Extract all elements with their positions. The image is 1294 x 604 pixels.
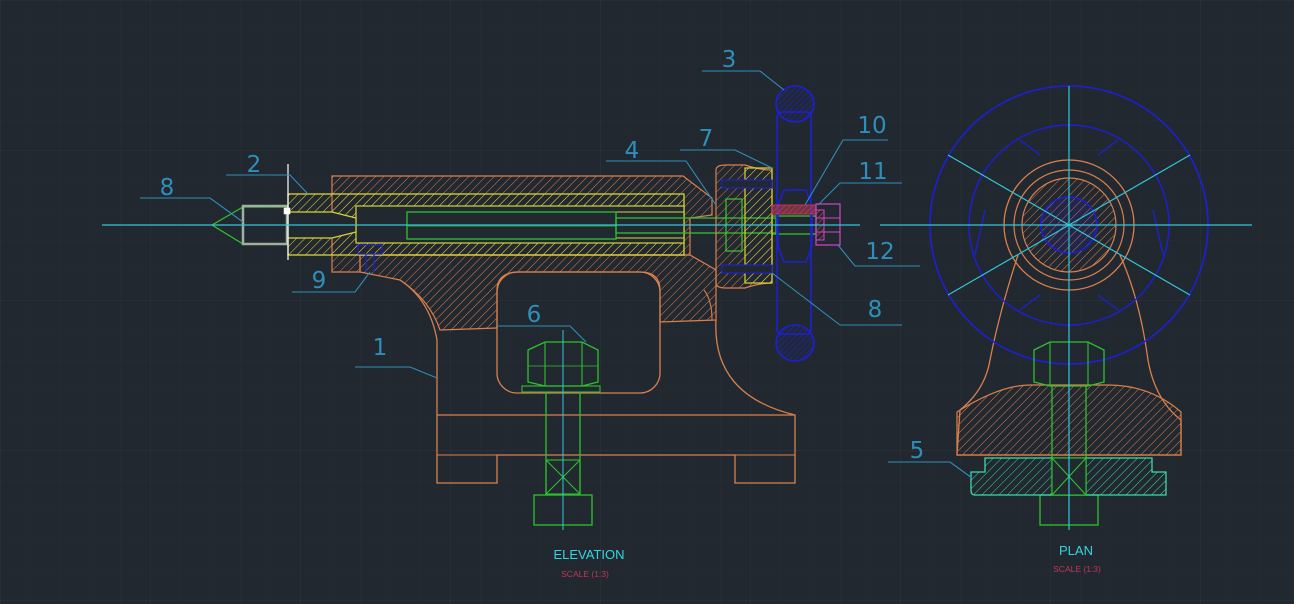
balloon-9: 9: [312, 268, 327, 294]
drawing-sheet[interactable]: 1 2 3 4 5 6 7 8 8 9 10 11 12 ELEVATION S…: [0, 0, 1294, 604]
balloon-8-left: 8: [160, 175, 175, 201]
balloon-2: 2: [247, 152, 262, 178]
grip-point[interactable]: [283, 207, 291, 215]
balloon-5: 5: [910, 438, 925, 464]
balloon-1: 1: [373, 335, 388, 361]
balloon-3: 3: [722, 47, 737, 73]
plan-title: PLAN: [1059, 543, 1093, 558]
balloon-8-right: 8: [868, 297, 883, 323]
balloon-11: 11: [858, 159, 887, 185]
elevation-scale: SCALE (1:3): [561, 569, 609, 579]
balloon-10: 10: [857, 113, 886, 139]
elevation-title: ELEVATION: [553, 547, 624, 562]
balloon-7: 7: [699, 126, 714, 152]
grid-major: [0, 0, 1294, 604]
cad-drawing-canvas[interactable]: 1 2 3 4 5 6 7 8 8 9 10 11 12 ELEVATION S…: [0, 0, 1294, 604]
balloon-12: 12: [865, 239, 894, 265]
balloon-6: 6: [527, 302, 542, 328]
plan-scale: SCALE (1:3): [1053, 564, 1101, 574]
end-bracket[interactable]: [715, 164, 773, 289]
balloon-4: 4: [625, 138, 640, 164]
key[interactable]: [772, 205, 816, 214]
